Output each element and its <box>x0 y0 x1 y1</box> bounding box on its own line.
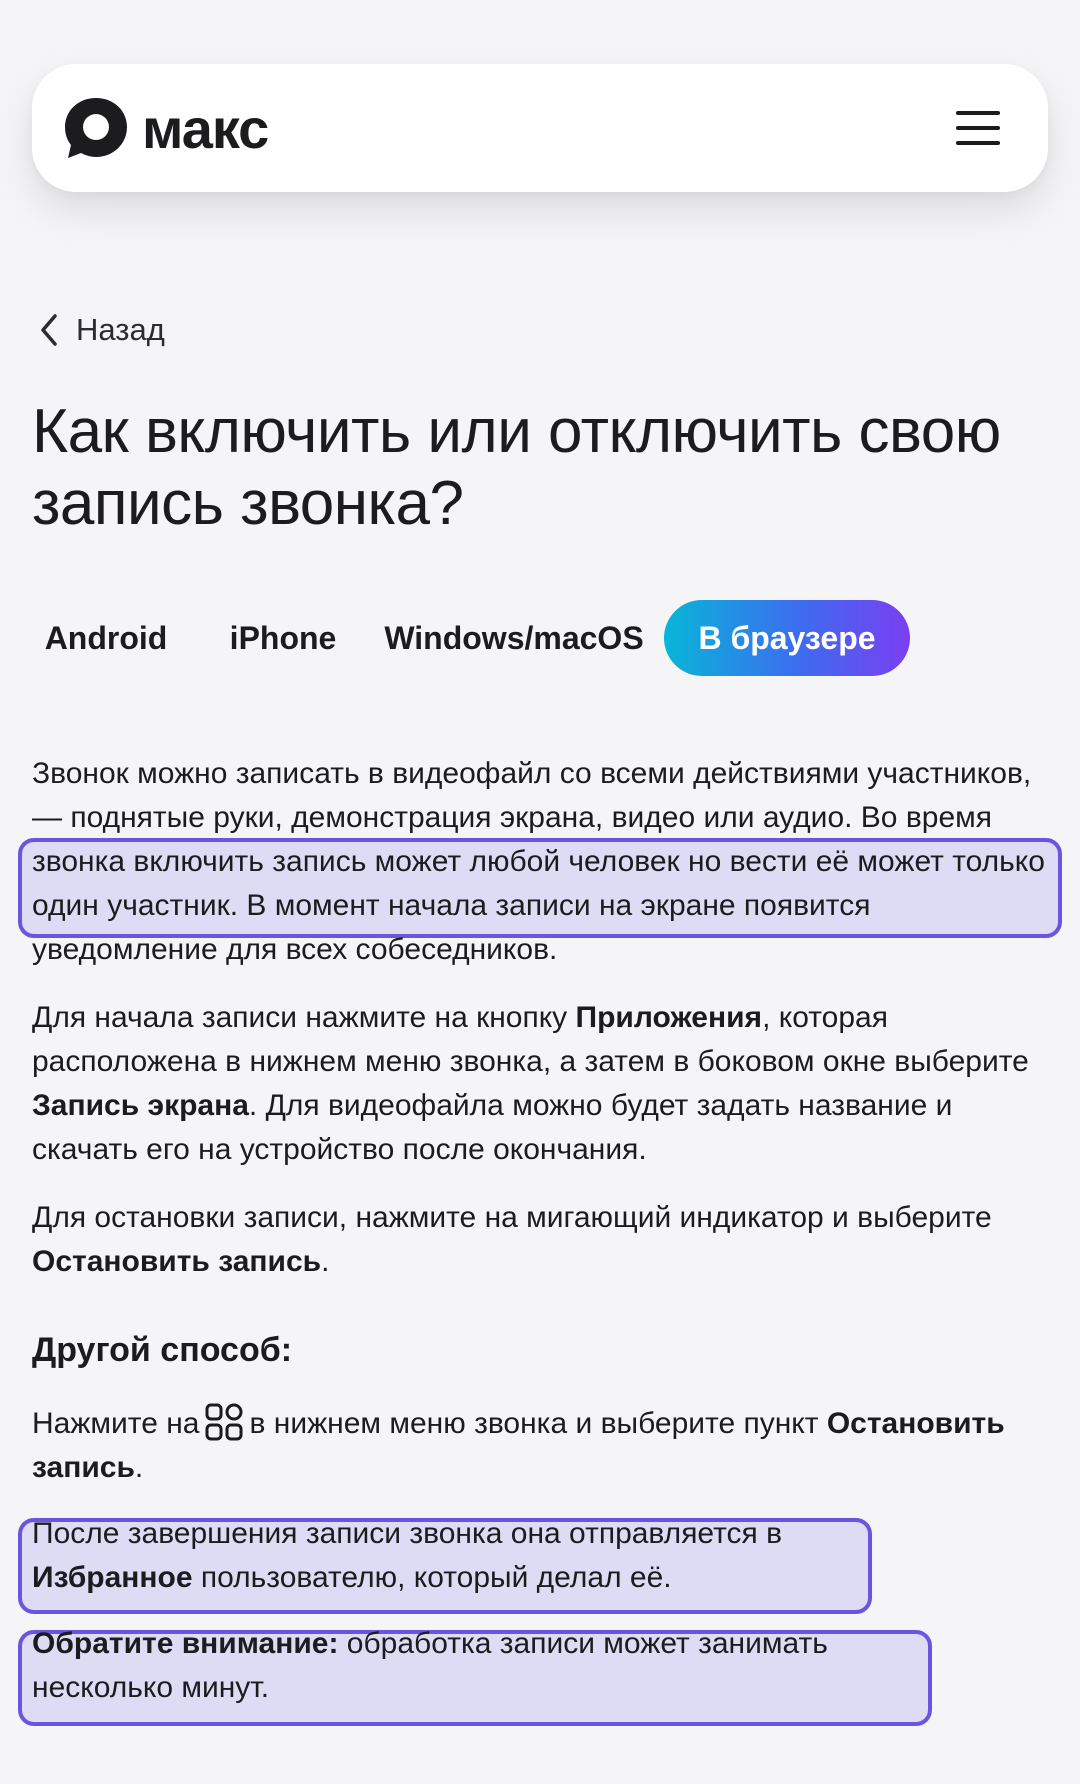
max-logo-icon <box>65 98 127 158</box>
chevron-left-icon <box>41 314 57 346</box>
apps-button-name: Приложения <box>575 1001 763 1034</box>
logo[interactable]: макс <box>62 95 269 161</box>
subheading-other-way: Другой способ: <box>32 1331 293 1369</box>
apps-grid-icon <box>205 1403 243 1441</box>
article-content: Звонок можно записать в видеофайл со все… <box>32 752 1052 1710</box>
site-header: макс <box>32 64 1048 192</box>
paragraph-note: Обратите внимание: обработка записи може… <box>32 1627 828 1704</box>
platform-tabs: Android iPhone Windows/macOS В браузере <box>32 600 910 676</box>
paragraph-start-recording: Для начала записи нажмите на кнопку Прил… <box>32 1001 1029 1166</box>
paragraph-stop-recording: Для остановки записи, нажмите на мигающи… <box>32 1201 992 1278</box>
hamburger-menu-icon[interactable] <box>956 111 1000 145</box>
paragraph-favorites: После завершения записи звонка она отпра… <box>32 1517 783 1594</box>
paragraph-other-way: Нажмите на в нижнем меню звонка и выбери… <box>32 1402 1052 1490</box>
back-label: Назад <box>76 312 165 347</box>
screen-record-name: Запись экрана <box>32 1089 249 1122</box>
help-page: макс Назад Как включить или отключить св… <box>0 0 1080 1784</box>
tab-android[interactable]: Android <box>32 600 180 676</box>
back-link[interactable]: Назад <box>36 312 165 348</box>
tab-iphone[interactable]: iPhone <box>222 600 344 676</box>
page-title: Как включить или отключить свою запись з… <box>32 397 1001 538</box>
tab-windows-macos[interactable]: Windows/macOS <box>384 600 644 676</box>
paragraph-intro: Звонок можно записать в видеофайл со все… <box>32 757 1045 966</box>
logo-text: макс <box>142 96 269 160</box>
tab-browser[interactable]: В браузере <box>664 600 910 676</box>
